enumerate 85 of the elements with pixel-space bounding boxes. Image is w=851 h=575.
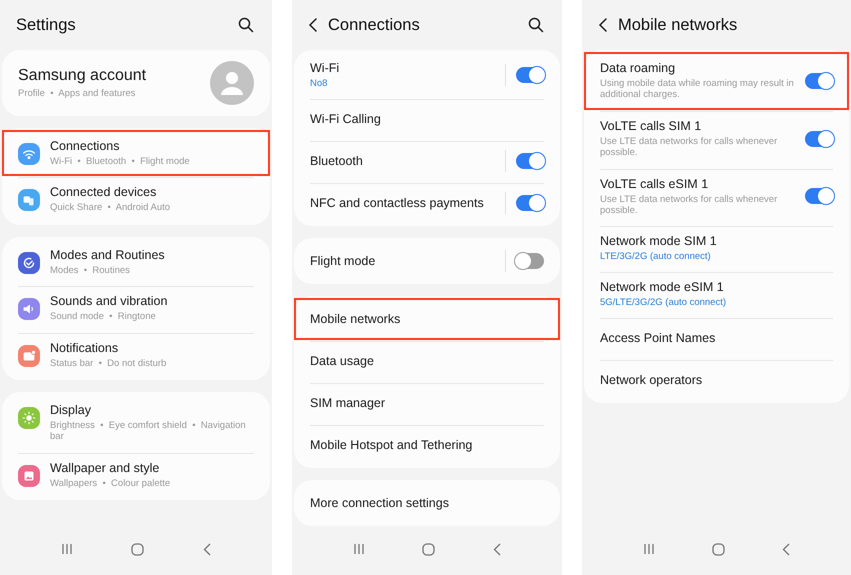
screen-title: Mobile networks (618, 16, 738, 34)
recent-apps-icon[interactable] (61, 543, 74, 555)
settings-item[interactable]: Mobile Hotspot and Tethering (294, 424, 560, 466)
toggle-switch[interactable] (805, 72, 833, 89)
toggle-switch[interactable] (516, 253, 544, 269)
settings-item[interactable]: Data roaming Using mobile data while roaming may result in additional charges. (584, 52, 849, 110)
settings-item[interactable]: Wi-Fi Calling (294, 98, 560, 140)
item-subtitle: Status bar • Do not disturb (50, 358, 168, 369)
item-title: Wi-Fi (310, 61, 340, 75)
item-subtitle: Use LTE data networks for calls whenever possible. (600, 136, 778, 159)
settings-item[interactable]: Data usage (294, 340, 560, 382)
item-title: Bluetooth (310, 154, 364, 168)
item-title: Data roaming (600, 61, 676, 75)
settings-item[interactable]: Display Brightness • Eye comfort shield • Navigation bar (2, 394, 270, 452)
item-title: Connected devices (50, 185, 158, 200)
settings-item[interactable]: Modes and Routines Modes • Routines (2, 238, 270, 286)
toggle-switch[interactable] (516, 67, 544, 83)
item-title: Network operators (600, 373, 704, 388)
recent-apps-icon[interactable] (352, 543, 365, 555)
back-icon[interactable] (598, 17, 608, 33)
settings-item[interactable]: Samsung account Profile • Apps and features (2, 52, 270, 114)
item-subtitle: Use LTE data networks for calls whenever possible. (600, 194, 778, 216)
item-title: VoLTE calls SIM 1 (600, 118, 702, 133)
settings-item[interactable]: SIM manager (294, 382, 560, 424)
item-subtitle: Sound mode • Ringtone (50, 311, 157, 323)
settings-item[interactable]: More connection settings (294, 482, 560, 524)
item-subtitle: Wi-Fi • Bluetooth • Flight mode (50, 156, 191, 168)
search-icon[interactable] (238, 17, 254, 33)
settings-item[interactable]: Access Point Names (584, 317, 849, 360)
item-title: Network mode eSIM 1 (600, 280, 725, 294)
home-icon[interactable] (712, 542, 725, 556)
settings-item[interactable]: Wi-Fi No8 (294, 52, 560, 98)
back-icon[interactable] (308, 17, 318, 33)
item-title: Wallpaper and style (50, 460, 160, 475)
item-title: VoLTE calls eSIM 1 (600, 176, 710, 191)
item-subtitle: Modes • Routines (50, 264, 131, 276)
item-value: 5G/LTE/3G/2G (auto connect) (600, 297, 728, 308)
item-title: Flight mode (310, 254, 376, 268)
settings-item[interactable]: Notifications Status bar • Do not disturb (2, 332, 270, 378)
settings-item[interactable]: Flight mode (294, 240, 560, 282)
toggle-switch[interactable] (805, 130, 833, 147)
settings-item[interactable]: Bluetooth (294, 140, 560, 182)
item-subtitle: Wallpapers • Colour palette (50, 478, 172, 490)
screen-title: Connections (328, 16, 421, 34)
settings-item[interactable]: NFC and contactless payments (294, 182, 560, 224)
item-title: Samsung account (18, 66, 148, 85)
item-title: Connections (50, 139, 120, 153)
item-title: Mobile networks (310, 312, 402, 326)
item-title: More connection settings (310, 496, 450, 510)
settings-item[interactable]: Mobile networks (294, 298, 560, 340)
home-icon[interactable] (131, 542, 144, 556)
settings-item[interactable]: Sounds and vibration Sound mode • Ringtone (2, 285, 270, 332)
item-subtitle: Brightness • Eye comfort shield • Navigation bar (50, 420, 247, 443)
toggle-switch[interactable] (805, 188, 833, 204)
item-title: SIM manager (310, 396, 386, 410)
settings-item[interactable]: Network mode eSIM 1 5G/LTE/3G/2G (auto connect) (584, 271, 849, 318)
settings-item[interactable]: VoLTE calls SIM 1 Use LTE data networks for calls whenever possible. (584, 110, 849, 168)
settings-item[interactable]: Wallpaper and style Wallpapers • Colour palette (2, 452, 270, 498)
item-title: Sounds and vibration (50, 294, 168, 308)
toggle-switch[interactable] (516, 195, 544, 211)
screen-title: Settings (16, 16, 77, 34)
settings-item[interactable]: VoLTE calls eSIM 1 Use LTE data networks for calls whenever possible. (584, 168, 849, 226)
item-title: Data usage (310, 354, 375, 368)
item-title: NFC and contactless payments (310, 196, 485, 210)
toggle-switch[interactable] (516, 153, 544, 169)
avatar-icon (210, 61, 254, 105)
item-title: Access Point Names (600, 331, 716, 346)
item-title: Notifications (50, 340, 120, 355)
settings-item[interactable]: Connected devices Quick Share • Android Auto (2, 176, 270, 223)
settings-item[interactable]: Network mode SIM 1 LTE/3G/2G (auto connect) (584, 225, 849, 272)
settings-item[interactable]: Network operators (584, 359, 849, 402)
item-title: Display (50, 402, 92, 417)
item-title: Mobile Hotspot and Tethering (310, 438, 474, 452)
item-subtitle: Profile • Apps and features (18, 88, 136, 100)
item-subtitle: Quick Share • Android Auto (50, 202, 172, 214)
home-icon[interactable] (422, 542, 436, 556)
item-value: LTE/3G/2G (auto connect) (600, 251, 712, 262)
item-title: Modes and Routines (50, 248, 166, 262)
item-subtitle: Using mobile data while roaming may result in additional charges. (600, 78, 795, 101)
recent-apps-icon[interactable] (642, 543, 655, 555)
item-title: Wi-Fi Calling (310, 112, 382, 126)
item-value: No8 (310, 78, 328, 89)
search-icon[interactable] (528, 17, 544, 33)
settings-item[interactable]: Connections Wi-Fi • Bluetooth • Flight mode (2, 130, 270, 176)
item-title: Network mode SIM 1 (600, 234, 718, 248)
